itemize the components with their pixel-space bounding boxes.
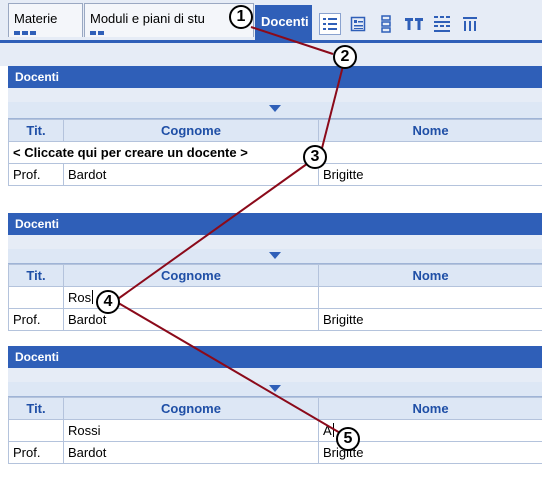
callout-line-3-4 (114, 155, 319, 302)
callout-lines (114, 26, 348, 438)
callout-line-4-5 (114, 300, 348, 438)
callout-badge-2: 2 (333, 45, 357, 69)
callout-badge-1: 1 (229, 5, 253, 29)
callout-badge-4: 4 (96, 290, 120, 314)
callout-badge-3: 3 (303, 145, 327, 169)
callout-badge-5: 5 (336, 427, 360, 451)
callout-line-1-2 (250, 26, 334, 55)
callout-line-2-3 (319, 57, 346, 157)
